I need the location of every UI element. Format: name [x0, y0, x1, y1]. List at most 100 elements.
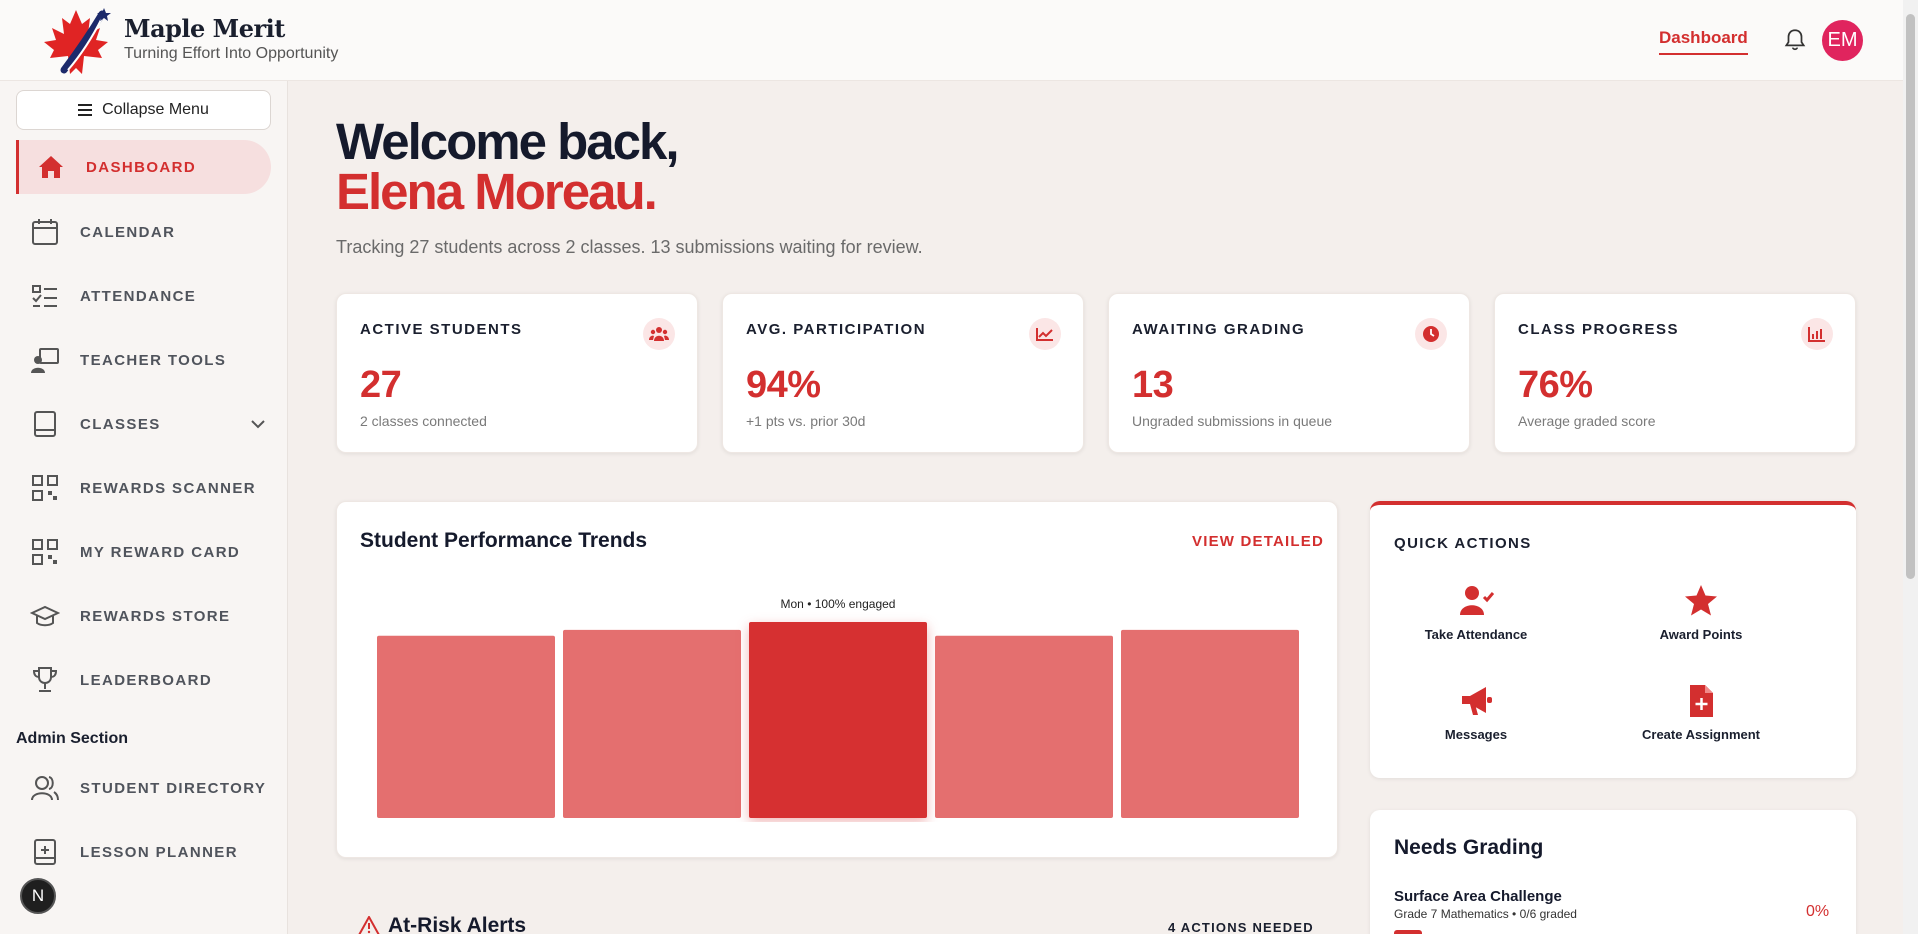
chart-bar[interactable] [1121, 629, 1299, 818]
award-points-button[interactable]: Award Points [1611, 583, 1791, 653]
brand-name: Maple Merit [124, 14, 285, 43]
teacher-icon [31, 348, 59, 373]
admin-section-label: Admin Section [16, 730, 129, 747]
quick-action-label: Create Assignment [1642, 727, 1760, 742]
quick-action-label: Messages [1444, 727, 1508, 742]
stat-label: CLASS PROGRESS [1518, 321, 1680, 338]
collapse-menu-label: Collapse Menu [102, 101, 209, 118]
stat-card-class-progress: CLASS PROGRESS 76% Average graded score [1494, 293, 1856, 453]
chevron-down-icon[interactable] [250, 416, 266, 432]
at-risk-alerts-title: At-Risk Alerts [388, 914, 527, 934]
stat-value: 13 [1132, 364, 1174, 406]
needs-grading-card: Needs Grading Surface Area Challenge Gra… [1370, 810, 1856, 934]
chart-bar[interactable] [563, 629, 741, 818]
welcome-heading: Welcome back, [336, 113, 680, 170]
collapse-menu-button[interactable]: Collapse Menu [16, 90, 271, 130]
sidebar-item-label: LESSON PLANNER [80, 843, 238, 861]
chart-bar[interactable] [935, 635, 1113, 818]
sidebar-item-label: MY REWARD CARD [80, 543, 241, 561]
chart-tooltip: Mon • 100% engaged [781, 597, 896, 611]
performance-bar-chart: Mon • 100% engaged [377, 597, 1299, 818]
page-scrollbar-thumb[interactable] [1906, 14, 1915, 579]
quick-actions-title: QUICK ACTIONS [1394, 535, 1532, 552]
grading-item-meta: Grade 7 Mathematics • 0/6 graded [1394, 907, 1577, 921]
stat-note: +1 pts vs. prior 30d [746, 413, 866, 429]
stat-card-awaiting-grading: AWAITING GRADING 13 Ungraded submissions… [1108, 293, 1470, 453]
calendar-icon [32, 219, 58, 245]
nav-dashboard-link[interactable]: Dashboard [1659, 28, 1748, 55]
hamburger-icon [78, 104, 93, 116]
chart-bar[interactable] [749, 622, 927, 818]
user-check-icon [1460, 586, 1494, 615]
grading-item-name[interactable]: Surface Area Challenge [1394, 888, 1562, 905]
sidebar-item-dashboard[interactable]: DASHBOARD [16, 140, 271, 194]
sidebar-item-label: REWARDS SCANNER [80, 479, 257, 497]
qr-icon [32, 539, 58, 565]
stat-card-active-students: ACTIVE STUDENTS 27 2 classes connected [336, 293, 698, 453]
chart-bar[interactable] [377, 635, 555, 818]
stat-value: 94% [746, 364, 821, 406]
star-icon [1685, 585, 1717, 616]
create-assignment-button[interactable]: Create Assignment [1611, 683, 1791, 753]
stat-label: AWAITING GRADING [1132, 321, 1306, 338]
sidebar-item-label: REWARDS STORE [80, 607, 231, 625]
sidebar-item-label: CALENDAR [80, 223, 176, 241]
sidebar-item-label: TEACHER TOOLS [80, 351, 227, 369]
grading-item-percent: 0% [1806, 903, 1830, 920]
users-icon [643, 318, 675, 350]
sidebar-item-student-directory[interactable]: STUDENT DIRECTORY [16, 761, 271, 815]
view-detailed-link[interactable]: VIEW DETAILED [1192, 533, 1324, 550]
quick-action-label: Award Points [1659, 627, 1743, 642]
bar-chart-icon [1801, 318, 1833, 350]
qr-icon [32, 475, 58, 501]
user-avatar[interactable]: EM [1822, 20, 1863, 61]
stat-label: ACTIVE STUDENTS [360, 321, 523, 338]
quick-action-label: Take Attendance [1424, 627, 1528, 642]
sidebar-item-leaderboard[interactable]: LEADERBOARD [16, 653, 271, 707]
grading-progress-bar [1394, 930, 1422, 934]
brand-tagline: Turning Effort Into Opportunity [124, 45, 339, 62]
sidebar-item-calendar[interactable]: CALENDAR [16, 205, 271, 259]
welcome-user-name: Elena Moreau. [336, 163, 658, 220]
stat-note: Ungraded submissions in queue [1132, 413, 1333, 429]
sidebar-item-rewards-scanner[interactable]: REWARDS SCANNER [16, 461, 271, 515]
sidebar-item-attendance[interactable]: ATTENDANCE [16, 269, 271, 323]
sidebar-item-label: DASHBOARD [86, 158, 197, 176]
sidebar-item-lesson-planner[interactable]: LESSON PLANNER [16, 825, 271, 879]
dashboard-subtitle: Tracking 27 students across 2 classes. 1… [336, 237, 923, 257]
graduation-cap-icon [30, 605, 60, 627]
users-icon [31, 776, 59, 801]
sidebar-item-label: LEADERBOARD [80, 671, 213, 689]
stat-note: 2 classes connected [360, 413, 487, 429]
needs-grading-title: Needs Grading [1394, 836, 1544, 859]
stat-value: 27 [360, 364, 402, 406]
sidebar-item-teacher-tools[interactable]: TEACHER TOOLS [16, 333, 271, 387]
bell-icon[interactable] [1782, 27, 1808, 53]
stat-card-avg-participation: AVG. PARTICIPATION 94% +1 pts vs. prior … [722, 293, 1084, 453]
sidebar-item-label: STUDENT DIRECTORY [80, 779, 267, 797]
book-icon [34, 411, 56, 437]
stat-label: AVG. PARTICIPATION [746, 321, 927, 338]
messages-button[interactable]: Messages [1386, 683, 1566, 753]
sidebar-item-label: ATTENDANCE [80, 287, 197, 305]
sidebar-item-classes[interactable]: CLASSES [16, 397, 271, 451]
trophy-icon [32, 667, 58, 692]
performance-trends-card: Student Performance Trends VIEW DETAILED… [336, 501, 1338, 858]
stat-value: 76% [1518, 364, 1593, 406]
home-icon [39, 156, 63, 178]
sidebar-item-my-reward-card[interactable]: MY REWARD CARD [16, 525, 271, 579]
megaphone-icon [1462, 687, 1492, 715]
performance-title: Student Performance Trends [360, 529, 648, 552]
clock-icon [1415, 318, 1447, 350]
quick-actions-card: QUICK ACTIONS Take Attendance Award Poin… [1370, 501, 1856, 778]
stat-note: Average graded score [1518, 413, 1656, 429]
trend-icon [1029, 318, 1061, 350]
sidebar-item-label: CLASSES [80, 415, 161, 433]
warning-icon [358, 916, 380, 934]
top-bar: Maple Merit Turning Effort Into Opportun… [0, 0, 1918, 81]
checklist-icon [32, 285, 57, 307]
sidebar-item-rewards-store[interactable]: REWARDS STORE [16, 589, 271, 643]
at-risk-actions-count: 4 ACTIONS NEEDED [1168, 920, 1314, 934]
take-attendance-button[interactable]: Take Attendance [1386, 583, 1566, 653]
framework-badge[interactable]: N [20, 878, 56, 914]
